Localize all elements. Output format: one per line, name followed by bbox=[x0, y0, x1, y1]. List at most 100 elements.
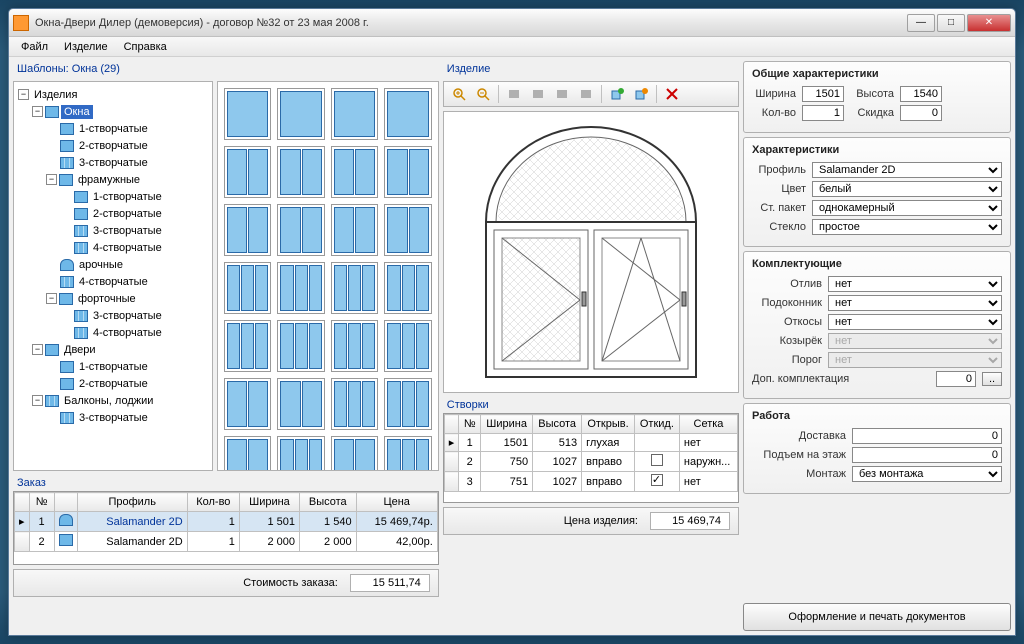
glass-select[interactable]: простое bbox=[812, 219, 1002, 235]
align-button[interactable] bbox=[575, 84, 597, 104]
glazing-select[interactable]: однокамерный bbox=[812, 200, 1002, 216]
window-icon bbox=[59, 293, 73, 305]
canvas-toolbar bbox=[443, 81, 739, 107]
door-icon bbox=[60, 378, 74, 390]
template-gallery[interactable] bbox=[217, 81, 439, 471]
lift-input[interactable] bbox=[852, 447, 1002, 463]
edit-button[interactable] bbox=[630, 84, 652, 104]
tilt-checkbox[interactable] bbox=[651, 474, 663, 486]
product-price: 15 469,74 bbox=[650, 512, 730, 530]
align-button[interactable] bbox=[551, 84, 573, 104]
zoom-in-button[interactable] bbox=[448, 84, 470, 104]
maximize-button[interactable]: □ bbox=[937, 14, 965, 32]
template-thumb[interactable] bbox=[384, 146, 431, 198]
tree-toggle[interactable]: − bbox=[46, 293, 57, 304]
tree-toggle[interactable]: − bbox=[46, 174, 57, 185]
window-icon bbox=[59, 174, 73, 186]
extra-button[interactable]: .. bbox=[982, 372, 1002, 386]
window-icon bbox=[74, 191, 88, 203]
door-icon bbox=[45, 344, 59, 356]
template-thumb[interactable] bbox=[224, 320, 271, 372]
app-icon bbox=[13, 15, 29, 31]
components-group: Комплектующие Отливнет Подоконникнет Отк… bbox=[743, 251, 1011, 399]
template-thumb[interactable] bbox=[224, 146, 271, 198]
width-input[interactable] bbox=[802, 86, 844, 102]
jambs-select[interactable]: нет bbox=[828, 314, 1002, 330]
template-thumb[interactable] bbox=[277, 320, 324, 372]
product-canvas[interactable] bbox=[443, 111, 739, 393]
tree-toggle[interactable]: − bbox=[32, 106, 43, 117]
table-row[interactable]: 27501027вправонаружн... bbox=[444, 452, 737, 472]
window-icon bbox=[74, 310, 88, 322]
order-total: 15 511,74 bbox=[350, 574, 430, 592]
minimize-button[interactable]: — bbox=[907, 14, 935, 32]
arch-icon bbox=[60, 259, 74, 271]
template-thumb[interactable] bbox=[224, 378, 271, 430]
table-row[interactable]: 37511027вправонет bbox=[444, 472, 737, 492]
template-thumb[interactable] bbox=[331, 88, 378, 140]
template-thumb[interactable] bbox=[384, 320, 431, 372]
zoom-out-button[interactable] bbox=[472, 84, 494, 104]
print-button[interactable]: Оформление и печать документов bbox=[743, 603, 1011, 631]
window-icon bbox=[74, 208, 88, 220]
window-icon bbox=[74, 242, 88, 254]
tilt-checkbox[interactable] bbox=[651, 454, 663, 466]
menu-help[interactable]: Справка bbox=[116, 39, 175, 55]
menu-product[interactable]: Изделие bbox=[56, 39, 116, 55]
template-thumb[interactable] bbox=[331, 320, 378, 372]
template-thumb[interactable] bbox=[384, 88, 431, 140]
template-thumb[interactable] bbox=[224, 436, 271, 471]
template-thumb[interactable] bbox=[331, 146, 378, 198]
template-thumb[interactable] bbox=[384, 262, 431, 314]
window-icon bbox=[60, 123, 74, 135]
tree-toggle[interactable]: − bbox=[18, 89, 29, 100]
extra-input[interactable] bbox=[936, 371, 976, 387]
sill-in-select[interactable]: нет bbox=[828, 295, 1002, 311]
template-thumb[interactable] bbox=[277, 262, 324, 314]
table-row[interactable]: 2 Salamander 2D 1 2 000 2 000 42,00p. bbox=[15, 532, 438, 552]
template-thumb[interactable] bbox=[384, 204, 431, 256]
table-row[interactable]: ▸11501513глухаянет bbox=[444, 434, 737, 452]
close-button[interactable]: ✕ bbox=[967, 14, 1011, 32]
menu-file[interactable]: Файл bbox=[13, 39, 56, 55]
template-thumb[interactable] bbox=[277, 378, 324, 430]
product-price-row: Цена изделия: 15 469,74 bbox=[443, 507, 739, 535]
template-thumb[interactable] bbox=[331, 378, 378, 430]
template-thumb[interactable] bbox=[331, 204, 378, 256]
template-thumb[interactable] bbox=[277, 88, 324, 140]
template-thumb[interactable] bbox=[277, 146, 324, 198]
window-icon bbox=[60, 276, 74, 288]
delete-button[interactable] bbox=[661, 84, 683, 104]
template-thumb[interactable] bbox=[224, 262, 271, 314]
template-thumb[interactable] bbox=[331, 262, 378, 314]
tree-view[interactable]: −Изделия −Окна 1-створчатые 2-створчатые… bbox=[13, 81, 213, 471]
install-select[interactable]: без монтажа bbox=[852, 466, 1002, 482]
delivery-input[interactable] bbox=[852, 428, 1002, 444]
sashes-grid[interactable]: № Ширина Высота Открыв. Откид. Сетка ▸11… bbox=[443, 413, 739, 503]
color-select[interactable]: белый bbox=[812, 181, 1002, 197]
tree-toggle[interactable]: − bbox=[32, 395, 43, 406]
template-thumb[interactable] bbox=[384, 436, 431, 471]
tree-toggle[interactable]: − bbox=[32, 344, 43, 355]
add-button[interactable] bbox=[606, 84, 628, 104]
window-icon bbox=[74, 225, 88, 237]
table-row[interactable]: ▸ 1 Salamander 2D 1 1 501 1 540 15 469,7… bbox=[15, 512, 438, 532]
characteristics-group: Характеристики ПрофильSalamander 2D Цвет… bbox=[743, 137, 1011, 247]
titlebar[interactable]: Окна-Двери Дилер (демоверсия) - договор … bbox=[9, 9, 1015, 37]
order-grid[interactable]: № Профиль Кол-во Ширина Высота Цена ▸ 1 bbox=[13, 491, 439, 565]
template-thumb[interactable] bbox=[277, 204, 324, 256]
template-thumb[interactable] bbox=[384, 378, 431, 430]
align-button[interactable] bbox=[527, 84, 549, 104]
window-icon bbox=[60, 157, 74, 169]
menubar: Файл Изделие Справка bbox=[9, 37, 1015, 57]
discount-input[interactable] bbox=[900, 105, 942, 121]
template-thumb[interactable] bbox=[331, 436, 378, 471]
template-thumb[interactable] bbox=[224, 88, 271, 140]
align-button[interactable] bbox=[503, 84, 525, 104]
sill-out-select[interactable]: нет bbox=[828, 276, 1002, 292]
qty-input[interactable] bbox=[802, 105, 844, 121]
template-thumb[interactable] bbox=[224, 204, 271, 256]
profile-select[interactable]: Salamander 2D bbox=[812, 162, 1002, 178]
template-thumb[interactable] bbox=[277, 436, 324, 471]
height-input[interactable] bbox=[900, 86, 942, 102]
